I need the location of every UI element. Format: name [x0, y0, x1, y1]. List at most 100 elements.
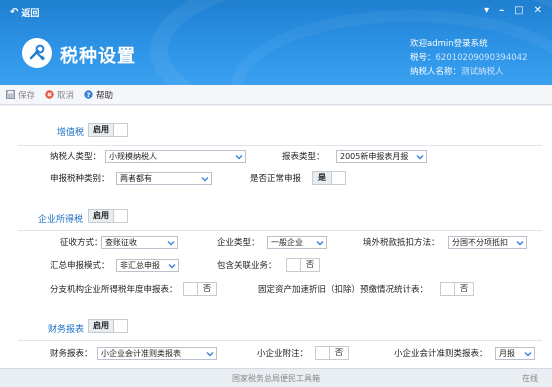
- toggle-off-area: [114, 320, 127, 332]
- toggle-off-area: [441, 283, 455, 295]
- branch-annual-toggle[interactable]: 否: [183, 282, 217, 296]
- user-info: 欢迎admin登录系统 税号：62010209090394042 纳税人名称：测…: [410, 37, 527, 79]
- svg-text:?: ?: [87, 91, 91, 99]
- back-button[interactable]: ↶ 返回: [5, 5, 44, 20]
- related-business-value: 否: [306, 260, 314, 269]
- divider: [18, 145, 542, 146]
- taxpayer-name: 测试纳税人: [461, 67, 504, 77]
- fixed-asset-value: 否: [460, 284, 468, 293]
- vat-enable-label: 启用: [89, 124, 114, 136]
- normal-declare-toggle[interactable]: 是: [312, 171, 346, 185]
- taxpayer-line: 纳税人名称：测试纳税人: [410, 65, 527, 79]
- collect-method-label: 征收方式：: [60, 238, 103, 248]
- normal-declare-label: 是否正常申报: [250, 174, 302, 184]
- help-button[interactable]: ? 帮助: [84, 89, 113, 101]
- toolbar: 保存 取消 ? 帮助: [0, 85, 552, 105]
- footer-app-name: 国家税务总局便民工具箱: [232, 374, 320, 383]
- small-note-value: 否: [335, 348, 343, 357]
- fixed-asset-toggle[interactable]: 否: [440, 282, 474, 296]
- back-arrow-icon: ↶: [10, 7, 19, 18]
- window-controls: ▾ – □ ✕: [484, 5, 542, 16]
- report-type-select[interactable]: 2005新申报表月报: [336, 150, 427, 163]
- declare-kind-label: 申报税种类别：: [50, 174, 110, 184]
- divider: [18, 230, 542, 231]
- collect-method-value: 查账征收: [105, 238, 137, 247]
- company-type-value: 一般企业: [271, 238, 303, 247]
- related-business-toggle[interactable]: 否: [286, 258, 320, 272]
- cancel-icon: [45, 90, 54, 99]
- vat-section-title: 增值税: [57, 128, 85, 138]
- header-banner: ↶ 返回 ▾ – □ ✕ 税种设置 欢迎admin登录系统 税号：6201020…: [0, 0, 552, 85]
- chevron-down-icon: [516, 241, 524, 246]
- declare-kind-value: 两者都有: [120, 174, 152, 183]
- toggle-off-area: [316, 347, 330, 359]
- summary-mode-value: 非汇总申报: [120, 261, 160, 270]
- save-icon: [6, 90, 15, 99]
- fin-enable-toggle[interactable]: 启用: [88, 319, 128, 333]
- fixed-asset-label: 固定资产加速折旧（扣除）预缴情况统计表：: [258, 285, 429, 295]
- report-type-value: 2005新申报表月报: [340, 152, 409, 161]
- chevron-down-icon: [416, 155, 424, 160]
- toggle-off-area: [184, 283, 198, 295]
- report-type-label: 报表类型：: [282, 152, 325, 162]
- maximize-icon[interactable]: □: [514, 5, 523, 16]
- fin-section-title: 财务报表: [48, 325, 85, 335]
- chevron-down-icon: [167, 241, 175, 246]
- fin-enable-label: 启用: [89, 320, 114, 332]
- toggle-off-area: [114, 124, 127, 136]
- save-button[interactable]: 保存: [6, 89, 35, 101]
- small-note-toggle[interactable]: 否: [315, 346, 349, 360]
- cancel-label: 取消: [57, 90, 75, 101]
- help-label: 帮助: [96, 90, 114, 101]
- connection-status: 在线: [522, 374, 538, 383]
- fin-report-value: 小企业会计准则类报表: [101, 349, 181, 358]
- tax-no-value: 62010209090394042: [435, 53, 528, 63]
- fin-report-select[interactable]: 小企业会计准则类报表: [97, 347, 217, 360]
- normal-declare-value: 是: [313, 172, 332, 184]
- declare-kind-select[interactable]: 两者都有: [116, 172, 212, 185]
- toggle-off-area: [114, 210, 127, 222]
- fin-report-label: 财务报表：: [50, 349, 93, 359]
- summary-mode-select[interactable]: 非汇总申报: [116, 259, 179, 272]
- divider: [18, 340, 542, 341]
- acct-std-select[interactable]: 月报: [495, 347, 535, 360]
- vat-enable-toggle[interactable]: 启用: [88, 123, 128, 137]
- status-bar: 国家税务总局便民工具箱 在线: [0, 368, 552, 387]
- company-type-select[interactable]: 一般企业: [267, 236, 327, 249]
- cit-enable-label: 启用: [89, 210, 114, 222]
- save-label: 保存: [18, 90, 36, 101]
- acct-std-value: 月报: [499, 349, 515, 358]
- menu-dropdown-icon[interactable]: ▾: [484, 5, 489, 16]
- company-type-label: 企业类型：: [217, 238, 260, 248]
- chevron-down-icon: [201, 177, 209, 182]
- chevron-down-icon: [206, 352, 214, 357]
- settings-panel: 增值税 启用 纳税人类型： 小规模纳税人 报表类型： 2005新申报表月报 申报…: [0, 106, 552, 368]
- taxpayer-type-select[interactable]: 小规模纳税人: [105, 150, 246, 163]
- overseas-label: 境外税款抵扣方法：: [363, 238, 440, 248]
- related-business-label: 包含关联业务：: [217, 261, 277, 271]
- cit-enable-toggle[interactable]: 启用: [88, 209, 128, 223]
- cancel-button[interactable]: 取消: [45, 89, 74, 101]
- taxpayer-type-label: 纳税人类型：: [50, 152, 102, 162]
- close-icon[interactable]: ✕: [534, 5, 542, 16]
- taxpayer-type-value: 小规模纳税人: [109, 152, 157, 161]
- acct-std-label: 小企业会计准则类报表：: [394, 349, 488, 359]
- branch-annual-value: 否: [203, 284, 211, 293]
- settings-logo-icon: [22, 38, 52, 68]
- page-title: 税种设置: [60, 46, 136, 67]
- branch-annual-label: 分支机构企业所得税年度申报表：: [50, 285, 178, 295]
- chevron-down-icon: [235, 155, 243, 160]
- toggle-off-area: [287, 259, 301, 271]
- overseas-value: 分国不分项抵扣: [452, 238, 508, 247]
- toggle-off-area: [332, 172, 345, 184]
- taxpayer-label: 纳税人名称：: [410, 67, 462, 77]
- tax-no-label: 税号：: [410, 53, 436, 63]
- cit-section-title: 企业所得税: [38, 215, 84, 225]
- overseas-select[interactable]: 分国不分项抵扣: [448, 236, 527, 249]
- back-label: 返回: [21, 9, 40, 19]
- welcome-text: 欢迎admin登录系统: [410, 39, 488, 49]
- collect-method-select[interactable]: 查账征收: [101, 236, 178, 249]
- small-note-label: 小企业附注：: [257, 349, 309, 359]
- tax-no-line: 税号：62010209090394042: [410, 51, 527, 65]
- minimize-icon[interactable]: –: [499, 5, 504, 16]
